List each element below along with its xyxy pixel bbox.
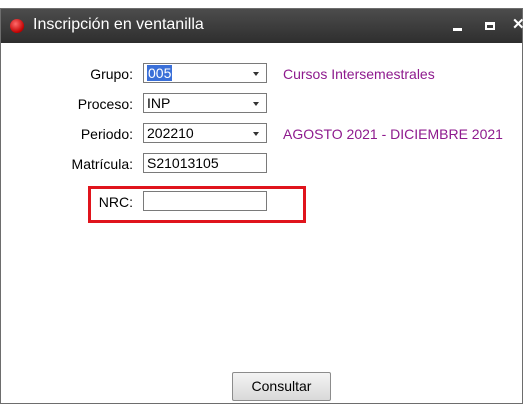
consultar-button[interactable]: Consultar	[232, 372, 331, 401]
grupo-select[interactable]: 005	[143, 63, 267, 83]
chevron-down-icon	[253, 132, 259, 136]
periodo-value: 202210	[147, 125, 194, 141]
grupo-label: Grupo:	[90, 66, 133, 82]
periodo-select[interactable]: 202210	[143, 123, 267, 143]
matricula-field[interactable]: S21013105	[143, 153, 267, 173]
close-icon[interactable]: ✕	[512, 15, 523, 35]
proceso-label: Proceso:	[77, 96, 133, 112]
inscripcion-window: Inscripción en ventanilla ✕ Grupo: 005 C…	[0, 8, 523, 404]
nrc-highlight-box	[88, 186, 306, 223]
periodo-description: AGOSTO 2021 - DICIEMBRE 2021	[283, 126, 503, 142]
grupo-description: Cursos Intersemestrales	[283, 66, 435, 82]
title-bar[interactable]: Inscripción en ventanilla ✕	[1, 9, 523, 43]
grupo-value: 005	[147, 65, 173, 81]
matricula-label: Matrícula:	[71, 156, 133, 172]
matricula-value: S21013105	[147, 155, 219, 171]
chevron-down-icon	[253, 72, 259, 76]
proceso-value: INP	[147, 95, 171, 111]
window-title: Inscripción en ventanilla	[33, 16, 204, 33]
proceso-select[interactable]: INP	[143, 93, 267, 113]
periodo-label: Periodo:	[80, 126, 133, 142]
app-icon	[10, 19, 24, 33]
chevron-down-icon	[253, 102, 259, 106]
